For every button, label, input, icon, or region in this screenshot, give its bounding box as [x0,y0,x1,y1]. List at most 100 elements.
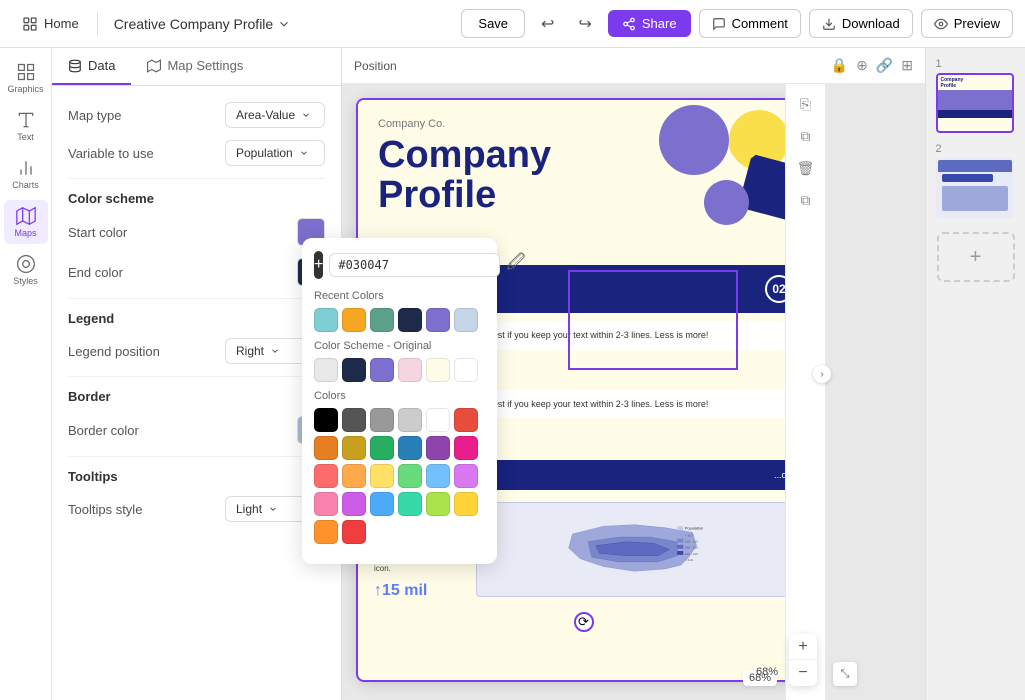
thumb-1[interactable]: 1 CompanyProfile [936,58,1016,133]
color-scheme-title: Color scheme [68,191,325,206]
recent-color-dot[interactable] [314,308,338,332]
copy-icon[interactable]: ⎘ [792,90,820,118]
position-bar: Position 🔒 ⊕ 🔗 ⊞ [342,48,925,84]
border-color-row: Border color [68,416,325,444]
hex-input[interactable] [329,253,500,277]
legend-position-row: Legend position Right [68,338,325,364]
document-title[interactable]: Creative Company Profile [106,12,300,36]
position-label: Position [354,59,397,73]
sidebar-item-styles[interactable]: Styles [4,248,48,292]
chevron-icon [301,110,311,120]
link-icon[interactable]: 🔗 [876,57,893,74]
tab-map-settings[interactable]: Map Settings [131,48,259,85]
scheme-color-dot[interactable] [370,358,394,382]
end-color-label: End color [68,265,123,280]
thumb-2[interactable]: 2 [936,143,1016,218]
recent-color-dot[interactable] [342,308,366,332]
palette-color-dot[interactable] [370,464,394,488]
home-label: Home [44,16,79,31]
maps-icon [16,206,36,226]
palette-color-dot[interactable] [342,464,366,488]
save-button[interactable]: Save [461,9,525,38]
color-picker-popup: + 🖉 Recent Colors Color Scheme - Origina… [302,238,497,564]
palette-color-dot[interactable] [454,492,478,516]
scheme-color-dot[interactable] [426,358,450,382]
palette-color-dot[interactable] [398,464,422,488]
download-button[interactable]: Download [809,9,913,38]
layers-icon[interactable]: ⧉ [792,186,820,214]
palette-color-dot[interactable] [314,492,338,516]
map-type-label: Map type [68,108,121,123]
share-icon [622,17,636,31]
preview-button[interactable]: Preview [921,9,1013,38]
thumb-1-img[interactable]: CompanyProfile [936,73,1014,133]
grid-icon[interactable]: ⊞ [901,57,913,74]
palette-color-dot[interactable] [342,408,366,432]
scheme-label: Color Scheme - Original [314,340,485,352]
sidebar-item-maps[interactable]: Maps [4,200,48,244]
home-button[interactable]: Home [12,10,89,38]
redo-button[interactable]: ↪ [570,8,599,40]
recent-color-dot[interactable] [426,308,450,332]
palette-label: Colors [314,390,485,402]
palette-color-dot[interactable] [398,408,422,432]
lock-icon[interactable]: 🔒 [831,57,848,74]
thumbnails-panel: 1 CompanyProfile 2 + [925,48,1025,700]
recent-color-dot[interactable] [370,308,394,332]
tooltips-style-row: Tooltips style Light [68,496,325,522]
recent-color-dot[interactable] [454,308,478,332]
palette-color-dot[interactable] [314,436,338,460]
map-type-dropdown[interactable]: Area-Value [225,102,325,128]
scheme-color-dot[interactable] [454,358,478,382]
variable-dropdown[interactable]: Population [225,140,325,166]
scheme-color-dot[interactable] [314,358,338,382]
download-icon [822,17,836,31]
comment-button[interactable]: Comment [699,9,801,38]
palette-color-dot[interactable] [426,492,450,516]
scheme-color-dot[interactable] [398,358,422,382]
tab-data[interactable]: Data [52,48,131,85]
zoom-out-button[interactable]: − [789,660,817,686]
svg-text:Population: Population [685,526,703,531]
undo-button[interactable]: ↩ [533,8,562,40]
share-button[interactable]: Share [608,10,691,37]
palette-color-dot[interactable] [314,408,338,432]
palette-color-dot[interactable] [342,436,366,460]
palette-color-dot[interactable] [454,464,478,488]
palette-color-dot[interactable] [342,520,366,544]
sidebar-item-text[interactable]: Text [4,104,48,148]
palette-color-dot[interactable] [426,436,450,460]
picker-top-row: + 🖉 [314,250,485,280]
add-slide-button[interactable]: + [937,232,1015,282]
scheme-colors-grid [314,358,485,382]
chevron-down-icon [277,17,291,31]
palette-color-dot[interactable] [342,492,366,516]
duplicate-icon[interactable]: ⧉ [792,122,820,150]
zoom-in-button[interactable]: + [789,634,817,660]
sidebar-item-graphics[interactable]: Graphics [4,56,48,100]
trash-icon[interactable]: 🗑 [792,154,820,182]
expand-icon[interactable]: ⤡ [833,662,857,686]
thumb-2-img[interactable] [936,158,1014,218]
legend-section: Legend Legend position Right [68,311,325,364]
sidebar-item-charts[interactable]: Charts [4,152,48,196]
thumb-1-num: 1 [936,58,1016,70]
collapse-panel-arrow[interactable]: › [813,365,831,383]
palette-color-dot[interactable] [370,408,394,432]
palette-color-dot[interactable] [454,408,478,432]
align-icon[interactable]: ⊕ [856,57,868,74]
scheme-color-dot[interactable] [342,358,366,382]
palette-color-dot[interactable] [314,520,338,544]
palette-color-dot[interactable] [426,464,450,488]
picker-plus-btn[interactable]: + [314,251,323,279]
recent-color-dot[interactable] [398,308,422,332]
palette-color-dot[interactable] [398,436,422,460]
amount-2: ↑15 mil [374,582,464,600]
palette-color-dot[interactable] [370,492,394,516]
palette-color-dot[interactable] [398,492,422,516]
eyedropper-icon[interactable]: 🖉 [506,250,525,280]
palette-color-dot[interactable] [426,408,450,432]
palette-color-dot[interactable] [314,464,338,488]
palette-color-dot[interactable] [454,436,478,460]
palette-color-dot[interactable] [370,436,394,460]
